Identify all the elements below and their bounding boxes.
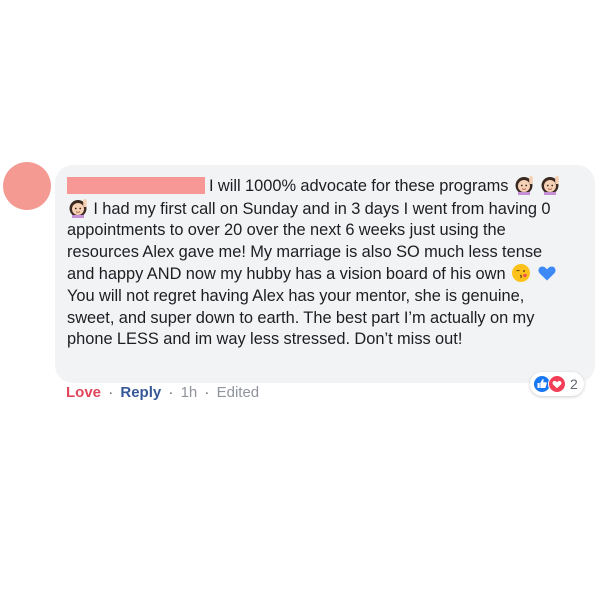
separator-dot: ·	[204, 384, 210, 401]
comment-text: I will 1000% advocate for these programs	[67, 175, 569, 351]
avatar[interactable]	[3, 162, 51, 210]
reaction-count: 2	[570, 376, 578, 392]
comment-screenshot: I will 1000% advocate for these programs	[0, 0, 600, 600]
comment-text-part-2: I had my first call on Sunday and in 3 d…	[67, 199, 551, 284]
author-name-redacted[interactable]	[67, 177, 205, 194]
comment-text-part-3: You will not regret having Alex has your…	[67, 286, 535, 349]
separator-dot: ·	[168, 384, 174, 401]
edited-link[interactable]: Edited	[217, 384, 260, 401]
timestamp-link[interactable]: 1h	[181, 384, 198, 401]
reply-link[interactable]: Reply	[120, 384, 161, 401]
comment-actions: Love · Reply · 1h · Edited	[66, 384, 259, 401]
face-blowing-kiss-icon	[511, 263, 531, 283]
woman-raising-hand-icon	[514, 175, 534, 195]
redaction-bar	[67, 177, 205, 194]
comment-text-part-1: I will 1000% advocate for these programs	[209, 177, 509, 195]
comment-bubble: I will 1000% advocate for these programs	[55, 165, 595, 383]
blue-heart-icon	[537, 263, 557, 283]
separator-dot: ·	[108, 384, 114, 401]
woman-raising-hand-icon	[540, 175, 560, 195]
love-icon	[548, 375, 566, 393]
reactions-badge[interactable]: 2	[530, 372, 584, 396]
love-reaction-link[interactable]: Love	[66, 384, 101, 401]
woman-raising-hand-icon	[68, 198, 88, 218]
